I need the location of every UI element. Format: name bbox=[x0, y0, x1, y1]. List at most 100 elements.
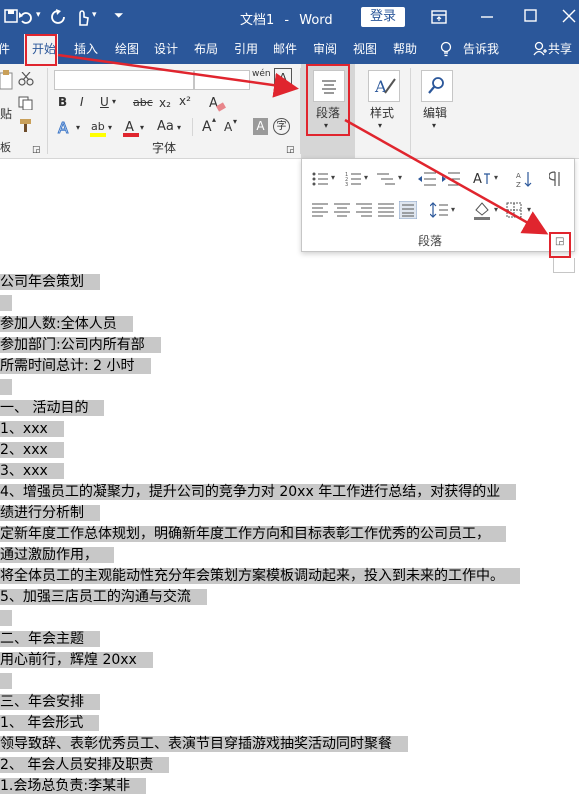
paragraph-button[interactable] bbox=[313, 70, 345, 102]
clipboard-launcher-icon[interactable]: ◲ bbox=[32, 146, 41, 155]
text-effects-icon[interactable]: A bbox=[56, 118, 78, 138]
change-case-button[interactable]: Aa bbox=[157, 120, 174, 133]
underline-dropdown-icon[interactable]: ▾ bbox=[112, 98, 116, 106]
document-line: 二、年会主题 bbox=[0, 629, 100, 650]
document-line-text: 公司年会策划 bbox=[0, 274, 100, 290]
document-line: 1、xxx bbox=[0, 419, 64, 440]
bold-button[interactable]: B bbox=[58, 96, 67, 108]
change-case-dropdown-icon[interactable]: ▾ bbox=[177, 124, 181, 132]
touch-mode-icon[interactable] bbox=[74, 8, 90, 26]
document-line-text: 3、xxx bbox=[0, 463, 64, 479]
paragraph-dropdown-icon[interactable]: ▾ bbox=[324, 122, 328, 130]
tab-insert[interactable]: 插入 bbox=[74, 40, 98, 57]
italic-button[interactable]: I bbox=[80, 96, 84, 108]
share-person-icon[interactable] bbox=[533, 41, 547, 56]
login-button[interactable]: 登录 bbox=[361, 7, 405, 27]
paste-icon[interactable] bbox=[0, 70, 14, 90]
svg-text:ab: ab bbox=[91, 120, 105, 133]
strikethrough-button[interactable]: abc bbox=[133, 97, 153, 108]
document-name: 文档1 bbox=[240, 13, 275, 28]
subscript-button[interactable]: x₂ bbox=[159, 97, 171, 109]
font-color-icon[interactable]: A bbox=[122, 118, 140, 138]
highlight-color-icon[interactable]: ab bbox=[88, 118, 108, 138]
text-effects-dropdown-icon[interactable]: ▾ bbox=[76, 124, 80, 132]
paste-label[interactable]: 贴 bbox=[0, 108, 12, 120]
svg-text:A: A bbox=[209, 96, 218, 111]
document-line-text: 绩进行分析制 bbox=[0, 505, 100, 521]
document-line: 参加人数:全体人员 bbox=[0, 314, 133, 335]
document-line-text bbox=[0, 673, 13, 689]
document-line: 定新年度工作总体规划，明确新年度工作方向和目标表彰工作优秀的公司员工， bbox=[0, 524, 506, 545]
title-separator: - bbox=[284, 13, 290, 28]
document-line: 一、 活动目的 bbox=[0, 398, 105, 419]
editing-button[interactable] bbox=[421, 70, 453, 102]
tab-design[interactable]: 设计 bbox=[154, 40, 178, 57]
document-line-text: 1.会场总负责:李某非 bbox=[0, 778, 147, 794]
tell-me-search[interactable]: 告诉我 bbox=[463, 40, 499, 57]
enclose-characters-button[interactable]: 字 bbox=[273, 118, 290, 135]
document-line-text: 1、xxx bbox=[0, 421, 64, 437]
document-line-text: 2、xxx bbox=[0, 442, 64, 458]
shrink-font-arrow-icon: ▾ bbox=[233, 117, 238, 126]
lightbulb-icon[interactable] bbox=[440, 41, 452, 57]
font-name-box[interactable] bbox=[54, 70, 194, 90]
document-line-text: 三、年会安排 bbox=[0, 694, 100, 710]
font-color-dropdown-icon[interactable]: ▾ bbox=[140, 124, 144, 132]
grow-font-arrow-icon: ▴ bbox=[212, 115, 217, 124]
styles-button[interactable]: A bbox=[368, 70, 400, 102]
document-line: 2、 年会人员安排及职责 bbox=[0, 755, 170, 776]
clear-formatting-icon[interactable]: A bbox=[208, 94, 226, 112]
tab-references[interactable]: 引用 bbox=[234, 40, 258, 57]
editing-dropdown-icon[interactable]: ▾ bbox=[432, 122, 436, 130]
document-line bbox=[0, 608, 13, 629]
cut-icon[interactable] bbox=[18, 72, 34, 86]
superscript-button[interactable]: x² bbox=[179, 95, 191, 107]
redo-icon[interactable] bbox=[50, 9, 66, 25]
underline-button[interactable]: U bbox=[100, 96, 109, 108]
undo-icon[interactable] bbox=[18, 9, 34, 25]
document-line: 通过激励作用， bbox=[0, 545, 114, 566]
shrink-font-button[interactable]: A bbox=[224, 121, 232, 133]
document-line: 2、xxx bbox=[0, 440, 64, 461]
customize-qat-icon[interactable]: ⏷ bbox=[114, 8, 124, 23]
window-title: 文档1 - Word bbox=[240, 9, 333, 28]
font-size-box[interactable] bbox=[194, 70, 250, 90]
ribbon-home: 贴 板 ◲ wén A B I U ▾ abc x₂ x² A A ▾ ab ▾… bbox=[0, 64, 579, 159]
document-line-text: 4、增强员工的凝聚力，提升公司的竞争力对 20xx 年工作进行总结，对获得的业 bbox=[0, 484, 517, 500]
tab-review[interactable]: 审阅 bbox=[313, 40, 337, 57]
font-group-label: 字体 bbox=[152, 141, 177, 155]
styles-dropdown-icon[interactable]: ▾ bbox=[378, 122, 382, 130]
close-icon[interactable] bbox=[562, 9, 576, 23]
clipboard-group-label: 板 bbox=[0, 141, 11, 154]
copy-icon[interactable] bbox=[18, 96, 34, 110]
phonetic-guide-button[interactable]: wén bbox=[252, 70, 271, 79]
editing-label: 编辑 bbox=[423, 106, 448, 120]
document-line-text bbox=[0, 610, 13, 626]
share-button[interactable]: 共享 bbox=[548, 40, 572, 57]
character-shading-button[interactable]: A bbox=[253, 118, 268, 135]
tab-layout[interactable]: 布局 bbox=[194, 40, 218, 57]
font-launcher-icon[interactable]: ◲ bbox=[286, 146, 295, 155]
enclose-char-button[interactable]: A bbox=[274, 68, 292, 88]
grow-font-button[interactable]: A bbox=[202, 120, 212, 134]
document-line-text: 1、 年会形式 bbox=[0, 715, 100, 731]
undo-dropdown-icon[interactable]: ▾ bbox=[36, 10, 41, 20]
touch-dropdown-icon[interactable]: ▾ bbox=[92, 10, 97, 20]
tab-help[interactable]: 帮助 bbox=[393, 40, 417, 57]
document-line: 参加部门:公司内所有部 bbox=[0, 335, 161, 356]
format-painter-icon[interactable] bbox=[18, 118, 34, 132]
document-line-text: 5、加强三店员工的沟通与交流 bbox=[0, 589, 207, 605]
maximize-icon[interactable] bbox=[524, 9, 538, 23]
tab-mailings[interactable]: 邮件 bbox=[273, 40, 297, 57]
highlight-dropdown-icon[interactable]: ▾ bbox=[108, 124, 112, 132]
tab-draw[interactable]: 绘图 bbox=[115, 40, 139, 57]
document-area[interactable]: 公司年会策划 参加人数:全体人员 参加部门:公司内所有部 所需时间总计: 2 小时 … bbox=[0, 158, 579, 794]
minimize-icon[interactable] bbox=[480, 15, 494, 19]
save-icon[interactable] bbox=[4, 9, 18, 23]
document-line: 5、加强三店员工的沟通与交流 bbox=[0, 587, 207, 608]
paragraph-label: 段落 bbox=[316, 106, 341, 120]
ribbon-display-options-icon[interactable] bbox=[431, 10, 447, 24]
tab-view[interactable]: 视图 bbox=[353, 40, 377, 57]
document-line: 三、年会安排 bbox=[0, 692, 100, 713]
tab-file[interactable]: 件 bbox=[0, 40, 10, 57]
